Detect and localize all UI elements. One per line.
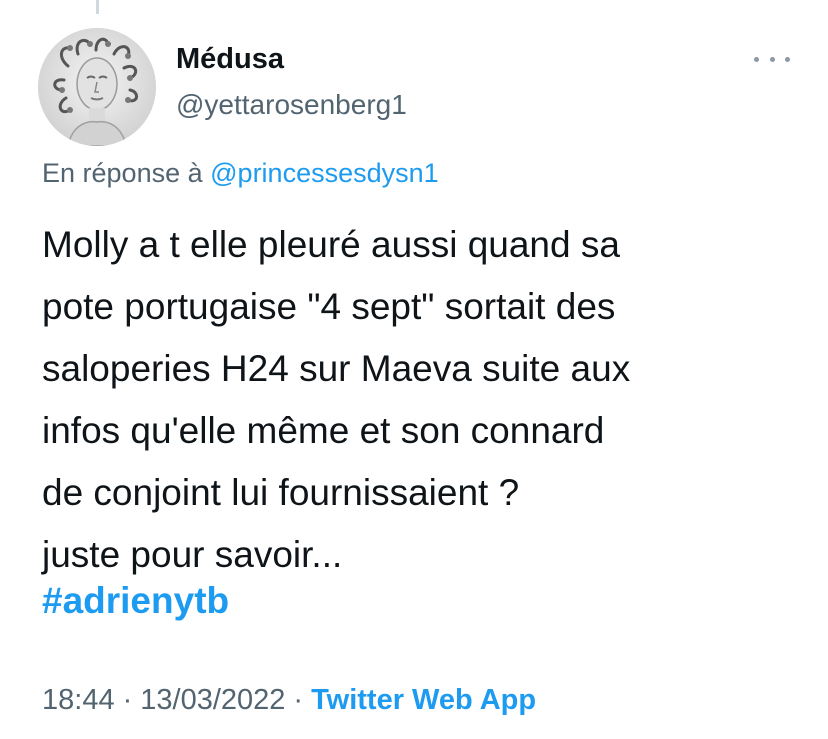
medusa-statue-avatar-icon [38,28,156,146]
reply-prefix: En réponse à [42,158,203,188]
tweet-text-line: infos qu'elle même et son connard [42,410,605,451]
tweet-metadata: 18:44 · 13/03/2022 · Twitter Web App [42,682,536,718]
tweet-text-line: de conjoint lui fournissaient ? [42,472,520,513]
tweet-text-line: pote portugaise "4 sept" sortait des [42,286,616,327]
meta-separator: · [122,684,133,716]
hashtag-link[interactable]: #adrienytb [42,578,229,624]
avatar[interactable] [38,28,156,146]
tweet-time[interactable]: 18:44 [42,684,115,716]
meta-separator: · [293,684,304,716]
tweet-text-line: Molly a t elle pleuré aussi quand sa [42,224,620,265]
author-handle[interactable]: @yettarosenberg1 [176,88,407,122]
thread-connector-line [96,0,99,14]
tweet-text: Molly a t elle pleuré aussi quand sa pot… [42,214,812,586]
author-display-name[interactable]: Médusa [176,42,284,76]
more-options-icon[interactable] [754,44,790,74]
tweet-text-line: saloperies H24 sur Maeva suite aux [42,348,631,389]
tweet-date[interactable]: 13/03/2022 [140,684,285,716]
reply-context: En réponse à @princessesdysn1 [42,156,439,190]
more-dot [785,56,790,62]
tweet-text-line: juste pour savoir... [42,534,343,575]
more-dot [769,56,775,62]
tweet-source-link[interactable]: Twitter Web App [311,684,536,716]
reply-to-mention-link[interactable]: @princessesdysn1 [210,158,439,188]
more-dot [754,56,759,62]
